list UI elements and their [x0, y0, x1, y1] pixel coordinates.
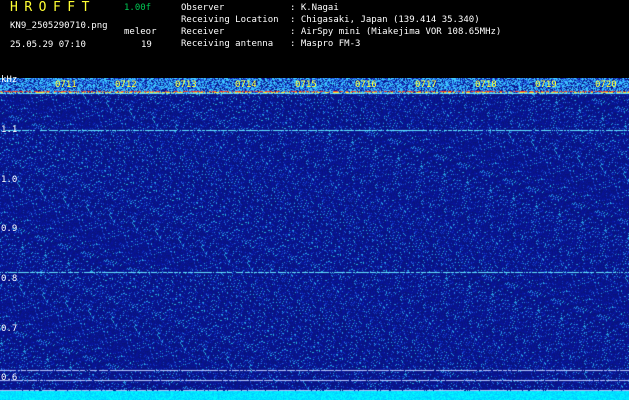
- time-label-0714: 0714: [235, 80, 257, 90]
- time-label-0720: 0720: [595, 80, 617, 90]
- receiver-label: Receiver: [181, 27, 225, 37]
- time-label-0711: 0711: [55, 80, 77, 90]
- observer-value: : K.Nagai: [290, 3, 339, 13]
- spectrogram-canvas: [0, 78, 629, 400]
- time-label-0717: 0717: [415, 80, 437, 90]
- app-title: HROFFT: [10, 0, 96, 15]
- y-tick-0-7: 0.7: [1, 324, 18, 334]
- y-tick-0-8: 0.8: [1, 274, 18, 284]
- time-label-0719: 0719: [535, 80, 557, 90]
- meleor-label: meleor: [124, 27, 157, 37]
- y-unit-label: kHz: [1, 75, 18, 85]
- version-label: 1.00f: [124, 3, 152, 13]
- receiver-value: : AirSpy mini (Miakejima VOR 108.65MHz): [290, 27, 502, 37]
- filename-label: KN9_2505290710.png: [10, 21, 108, 31]
- date-label: 25.05.29 07:10: [10, 40, 86, 50]
- time-label-0715: 0715: [295, 80, 317, 90]
- antenna-value: : Maspro FM-3: [290, 39, 361, 49]
- time-label-0718: 0718: [475, 80, 497, 90]
- location-value: : Chigasaki, Japan (139.414 35.340): [290, 15, 480, 25]
- time-label-0716: 0716: [355, 80, 377, 90]
- spectrogram: kHz 1.1 1.0 0.9 0.8 0.7 0.6 0711 0712 07…: [0, 75, 629, 400]
- time-label-0712: 0712: [115, 80, 137, 90]
- header-panel: HROFFT 1.00f KN9_2505290710.png 25.05.29…: [0, 0, 629, 78]
- y-tick-1-0: 1.0: [1, 175, 18, 185]
- location-label: Receiving Location: [181, 15, 279, 25]
- y-tick-0-6: 0.6: [1, 373, 18, 383]
- antenna-label: Receiving antenna: [181, 39, 274, 49]
- observer-label: Observer: [181, 3, 225, 13]
- meleor-count: 19: [141, 40, 152, 50]
- y-tick-0-9: 0.9: [1, 224, 18, 234]
- y-tick-1-1: 1.1: [1, 125, 18, 135]
- time-label-0713: 0713: [175, 80, 197, 90]
